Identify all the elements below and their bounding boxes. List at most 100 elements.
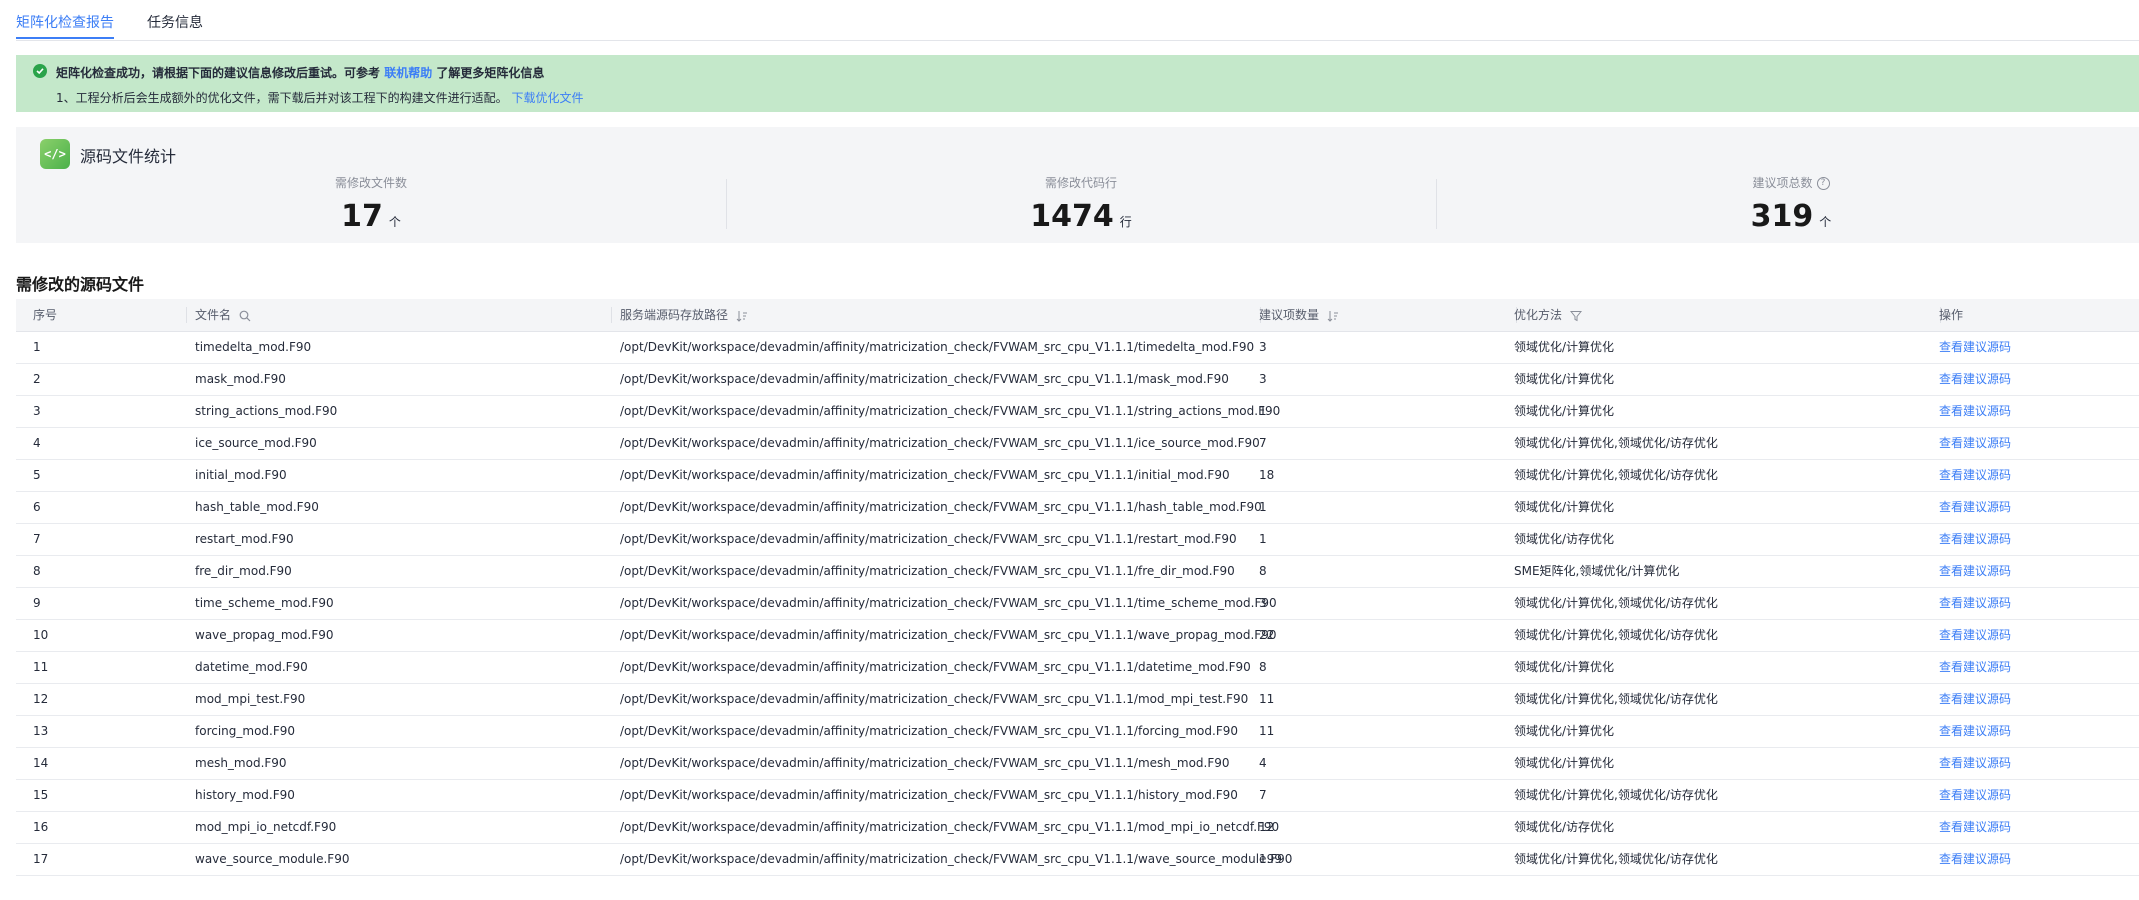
cell-optimization-method: 领域优化/访存优化 [1514,820,1615,834]
stat-unit: 行 [1119,215,1132,229]
sort-icon[interactable] [1327,310,1339,322]
table-row: 8 fre_dir_mod.F90/opt/DevKit/workspace/de… [16,556,2139,588]
cell-filename: restart_mod.F90 [195,532,294,546]
success-banner: 矩阵化检查成功，请根据下面的建议信息修改后重试。可参考 联机帮助 了解更多矩阵化… [16,55,2139,112]
cell-path: /opt/DevKit/workspace/devadmin/affinity/… [620,436,1260,450]
cell-filename: time_scheme_mod.F90 [195,596,334,610]
cell-path: /opt/DevKit/workspace/devadmin/affinity/… [620,372,1229,386]
view-suggested-source-link[interactable]: 查看建议源码 [1939,812,2011,843]
view-suggested-source-link[interactable]: 查看建议源码 [1939,620,2011,651]
table-row: 13 forcing_mod.F90/opt/DevKit/workspace/d… [16,716,2139,748]
table-row: 2 mask_mod.F90/opt/DevKit/workspace/devad… [16,364,2139,396]
cell-path: /opt/DevKit/workspace/devadmin/affinity/… [620,404,1281,418]
cell-index: 14 [33,756,49,770]
cell-suggestion-count: 22 [1259,628,1275,642]
cell-filename: datetime_mod.F90 [195,660,308,674]
column-header-label: 文件名 [195,308,232,322]
banner-title: 矩阵化检查成功，请根据下面的建议信息修改后重试。可参考 联机帮助 了解更多矩阵化… [56,64,544,81]
cell-optimization-method: 领域优化/计算优化,领域优化/访存优化 [1514,436,1718,450]
table-body: 1 timedelta_mod.F90/opt/DevKit/workspace/… [16,332,2139,876]
view-suggested-source-link[interactable]: 查看建议源码 [1939,460,2011,491]
cell-suggestion-count: 12 [1259,820,1275,834]
banner-title-text: 矩阵化检查成功，请根据下面的建议信息修改后重试。可参考 [56,66,381,80]
cell-path: /opt/DevKit/workspace/devadmin/affinity/… [620,692,1249,706]
view-suggested-source-link[interactable]: 查看建议源码 [1939,492,2011,523]
stat-files-to-modify: 需修改文件数 17 个 [171,175,571,240]
view-suggested-source-link[interactable]: 查看建议源码 [1939,716,2011,747]
help-icon[interactable]: ? [1816,177,1830,190]
cell-filename: mesh_mod.F90 [195,756,287,770]
cell-path: /opt/DevKit/workspace/devadmin/affinity/… [620,788,1238,802]
cell-suggestion-count: 3 [1259,340,1267,354]
view-suggested-source-link[interactable]: 查看建议源码 [1939,332,2011,363]
view-suggested-source-link[interactable]: 查看建议源码 [1939,780,2011,811]
view-suggested-source-link[interactable]: 查看建议源码 [1939,556,2011,587]
cell-path: /opt/DevKit/workspace/devadmin/affinity/… [620,660,1251,674]
cell-suggestion-count: 1 [1259,404,1267,418]
column-header-actions: 操作 [1939,308,1964,322]
cell-index: 16 [33,820,49,834]
table-row: 11 datetime_mod.F90/opt/DevKit/workspace/… [16,652,2139,684]
cell-optimization-method: 领域优化/计算优化 [1514,372,1615,386]
cell-index: 1 [33,340,41,354]
view-suggested-source-link[interactable]: 查看建议源码 [1939,844,2011,875]
table-row: 17 wave_source_module.F90/opt/DevKit/work… [16,844,2139,876]
cell-suggestion-count: 1 [1259,500,1267,514]
online-help-link[interactable]: 联机帮助 [384,66,432,80]
search-icon[interactable] [239,310,251,322]
view-suggested-source-link[interactable]: 查看建议源码 [1939,684,2011,715]
cell-path: /opt/DevKit/workspace/devadmin/affinity/… [620,532,1237,546]
cell-filename: timedelta_mod.F90 [195,340,312,354]
cell-optimization-method: 领域优化/计算优化,领域优化/访存优化 [1514,596,1718,610]
stat-value: 1474 [1030,199,1114,234]
table-row: 10 wave_propag_mod.F90/opt/DevKit/workspa… [16,620,2139,652]
view-suggested-source-link[interactable]: 查看建议源码 [1939,588,2011,619]
cell-filename: ice_source_mod.F90 [195,436,317,450]
view-suggested-source-link[interactable]: 查看建议源码 [1939,428,2011,459]
view-suggested-source-link[interactable]: 查看建议源码 [1939,652,2011,683]
stat-label: 需修改代码行 [1044,176,1117,190]
cell-suggestion-count: 11 [1259,724,1275,738]
cell-path: /opt/DevKit/workspace/devadmin/affinity/… [620,468,1230,482]
cell-filename: string_actions_mod.F90 [195,404,338,418]
cell-filename: fre_dir_mod.F90 [195,564,292,578]
view-suggested-source-link[interactable]: 查看建议源码 [1939,524,2011,555]
cell-suggestion-count: 18 [1259,468,1275,482]
cell-optimization-method: 领域优化/计算优化,领域优化/访存优化 [1514,692,1718,706]
column-header-label: 建议项数量 [1259,308,1320,322]
tab-task-info[interactable]: 任务信息 [147,12,203,32]
sort-icon[interactable] [736,310,748,322]
table-row: 14 mesh_mod.F90/opt/DevKit/workspace/deva… [16,748,2139,780]
table-row: 12 mod_mpi_test.F90/opt/DevKit/workspace/… [16,684,2139,716]
download-optimization-file-link[interactable]: 下载优化文件 [511,91,583,105]
stat-unit: 个 [1819,215,1832,229]
cell-index: 13 [33,724,49,738]
column-header-path: 服务端源码存放路径 [620,299,748,331]
view-suggested-source-link[interactable]: 查看建议源码 [1939,748,2011,779]
cell-index: 5 [33,468,41,482]
filter-icon[interactable] [1569,310,1582,322]
cell-index: 17 [33,852,49,866]
divider [726,179,727,229]
stats-title: 源码文件统计 [80,147,177,166]
cell-optimization-method: 领域优化/计算优化 [1514,660,1615,674]
cell-filename: mask_mod.F90 [195,372,286,386]
cell-suggestion-count: 7 [1259,436,1267,450]
tab-matricization-report[interactable]: 矩阵化检查报告 [16,12,114,32]
cell-suggestion-count: 4 [1259,756,1267,770]
column-header-label: 优化方法 [1514,308,1563,322]
view-suggested-source-link[interactable]: 查看建议源码 [1939,364,2011,395]
view-suggested-source-link[interactable]: 查看建议源码 [1939,396,2011,427]
active-tab-indicator [16,37,114,39]
cell-filename: hash_table_mod.F90 [195,500,319,514]
cell-path: /opt/DevKit/workspace/devadmin/affinity/… [620,340,1255,354]
cell-path: /opt/DevKit/workspace/devadmin/affinity/… [620,500,1262,514]
column-header-optimization-method: 优化方法 [1514,299,1582,331]
column-header-index: 序号 [33,308,58,322]
column-header-suggestion-count: 建议项数量 [1259,299,1339,331]
divider [1436,179,1437,229]
cell-path: /opt/DevKit/workspace/devadmin/affinity/… [620,596,1277,610]
cell-optimization-method: 领域优化/访存优化 [1514,532,1615,546]
cell-suggestion-count: 3 [1259,596,1267,610]
cell-optimization-method: 领域优化/计算优化,领域优化/访存优化 [1514,628,1718,642]
